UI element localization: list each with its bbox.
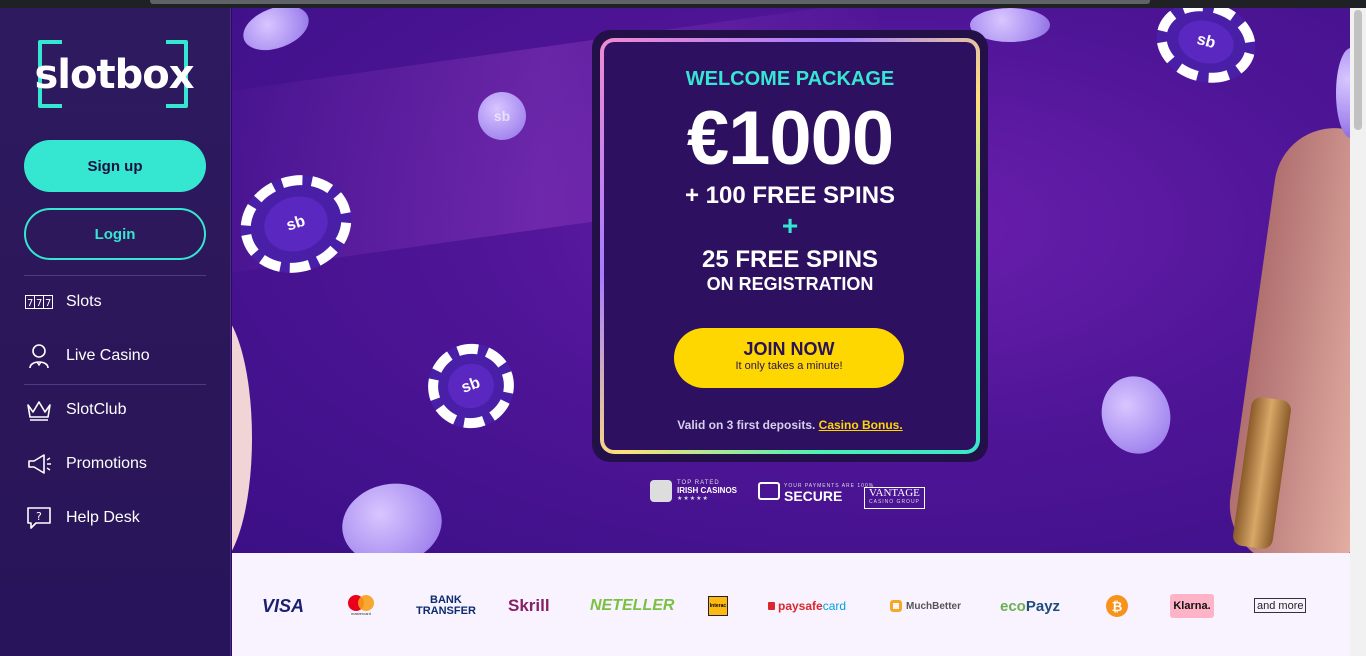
svg-text:7: 7 (36, 298, 42, 309)
sidebar-item-promotions[interactable]: Promotions (24, 444, 206, 484)
sidebar-item-label: Promotions (66, 455, 147, 472)
promo-plus: + (781, 210, 799, 241)
skrill-logo: Skrill (508, 596, 550, 615)
join-now-sublabel: It only takes a minute! (735, 360, 843, 372)
mastercard-circles-icon (348, 595, 374, 611)
ecopayz-logo: eco Payz (1000, 597, 1061, 615)
paysafecard-logo: paysafe card (768, 595, 846, 617)
svg-text:7: 7 (27, 298, 33, 309)
muchbetter-icon (890, 600, 902, 612)
klarna-logo: Klarna. (1170, 594, 1214, 618)
sidebar-divider (24, 275, 206, 276)
svg-text:?: ? (36, 510, 42, 523)
promo-free-spins: + 100 FREE SPINS (684, 182, 896, 209)
svg-text:7: 7 (45, 298, 51, 309)
sidebar-item-live-casino[interactable]: Live Casino (24, 336, 206, 376)
sidebar-item-help-desk[interactable]: ? Help Desk (24, 498, 206, 538)
crown-icon (24, 397, 54, 423)
vantage-casino-group-badge: VANTAGE CASINO GROUP (864, 487, 925, 509)
join-now-label: JOIN NOW (743, 339, 835, 359)
megaphone-icon (24, 451, 54, 477)
sidebar-item-label: Slots (66, 293, 102, 310)
vertical-scrollbar[interactable] (1350, 8, 1366, 656)
bank-transfer-logo: BANK TRANSFER (416, 594, 476, 617)
hero-figure-left (232, 308, 252, 553)
browser-top-strip (0, 0, 1366, 8)
welcome-promo-card: WELCOME PACKAGE €1000 + 100 FREE SPINS +… (600, 38, 980, 454)
payment-methods-bar: VISA mastercard BANK TRANSFER Skrill NET… (232, 553, 1350, 656)
coin-decoration (1093, 368, 1179, 462)
promo-on-registration: ON REGISTRATION (706, 274, 874, 294)
scrollbar-thumb[interactable] (1354, 10, 1362, 130)
visa-logo: VISA (262, 595, 305, 616)
sidebar: slotbox Sign up Login 777 Slots Live Cas… (0, 8, 231, 656)
lock-icon (768, 602, 775, 610)
neteller-logo: NETELLER (590, 597, 675, 614)
promo-registration-spins: 25 FREE SPINS (701, 246, 879, 273)
join-now-button[interactable]: JOIN NOW It only takes a minute! (674, 328, 904, 388)
help-chat-icon: ? (24, 505, 54, 531)
casino-chip-decoration: sb (1147, 8, 1265, 94)
sidebar-divider (24, 384, 206, 385)
sidebar-item-label: Help Desk (66, 509, 140, 526)
logo-wordmark: slotbox (34, 52, 194, 98)
sign-up-button[interactable]: Sign up (24, 140, 206, 192)
casino-chips-icon (650, 480, 672, 502)
promo-terms: Valid on 3 first deposits. Casino Bonus. (677, 418, 903, 432)
mastercard-logo: mastercard (348, 595, 374, 617)
bitcoin-logo: ₿ (1106, 595, 1128, 617)
horizontal-scroll-thumb[interactable] (150, 0, 1150, 4)
login-button[interactable]: Login (24, 208, 206, 260)
sidebar-item-slots[interactable]: 777 Slots (24, 282, 206, 322)
sidebar-item-label: Live Casino (66, 347, 150, 364)
sidebar-item-slotclub[interactable]: SlotClub (24, 390, 206, 430)
and-more-label: and more (1254, 598, 1307, 613)
promo-eyebrow: WELCOME PACKAGE (685, 68, 895, 90)
slot-machine-icon: 777 (24, 289, 54, 315)
dealer-icon (24, 343, 54, 369)
promo-amount: €1000 (686, 96, 894, 181)
lock-icon (758, 482, 780, 500)
irish-casinos-badge: TOP RATED IRISH CASINOS ★★★★★ (650, 478, 737, 504)
coin-decoration (237, 8, 315, 59)
coin-decoration (335, 475, 449, 553)
slotbox-logo[interactable]: slotbox (32, 38, 195, 112)
interac-logo: Interac (708, 596, 728, 616)
coin-decoration (1336, 48, 1350, 138)
sidebar-item-label: SlotClub (66, 401, 127, 418)
casino-bonus-link[interactable]: Casino Bonus. (819, 418, 903, 432)
muchbetter-logo: MuchBetter (890, 595, 961, 617)
casino-chip-decoration: sb (416, 331, 526, 441)
coin-decoration: sb (478, 92, 526, 140)
secure-payments-badge: YOUR PAYMENTS ARE 100% SECURE (758, 478, 874, 504)
